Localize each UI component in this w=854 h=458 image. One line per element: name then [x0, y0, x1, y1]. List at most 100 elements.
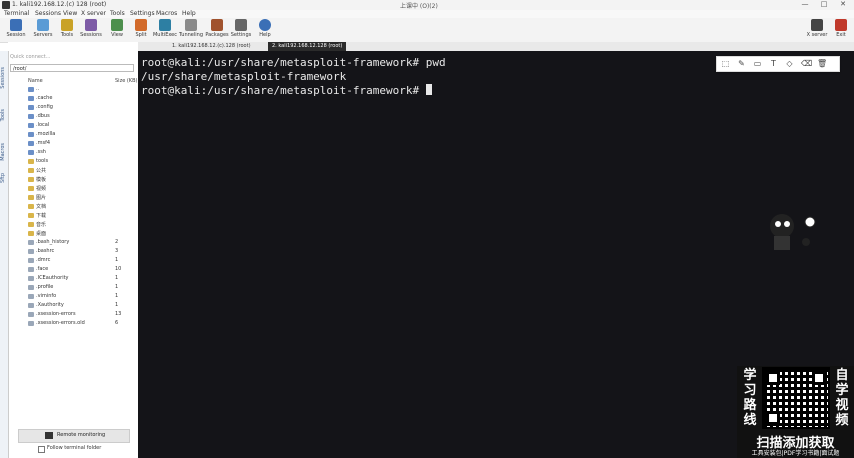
file-row[interactable]: .config [8, 104, 138, 111]
select-icon[interactable]: ⬚ [721, 59, 730, 68]
file-name: tools [36, 158, 49, 164]
file-row[interactable]: .dmrc 1 [8, 257, 138, 264]
header-name[interactable]: Name [28, 78, 43, 84]
file-name: .dbus [36, 113, 50, 119]
xserver-button[interactable]: X server [804, 19, 830, 41]
maximize-button[interactable]: □ [817, 0, 831, 10]
pen-icon[interactable]: ✎ [737, 59, 746, 68]
promo-left-char-4: 线 [743, 413, 757, 428]
folder-icon [28, 195, 34, 200]
folder-icon [28, 204, 34, 209]
menu-view[interactable]: View [63, 10, 77, 17]
exit-button[interactable]: Exit [828, 19, 854, 41]
vtab-macros[interactable]: Macros [0, 143, 8, 161]
packages-button[interactable]: Packages [204, 19, 230, 41]
promo-left-char-1: 学 [743, 368, 757, 383]
file-row[interactable]: .viminfo 1 [8, 293, 138, 300]
file-icon [28, 312, 34, 317]
header-size[interactable]: Size (KB) [115, 78, 137, 84]
menu-xserver[interactable]: X server [81, 10, 106, 17]
file-row[interactable]: 公共 [8, 167, 138, 174]
sessions-button[interactable]: Sessions [78, 19, 104, 41]
file-row[interactable]: .xsession-errors 13 [8, 311, 138, 318]
help-button[interactable]: Help [252, 19, 278, 41]
file-row[interactable]: .face 10 [8, 266, 138, 273]
vtab-sessions[interactable]: Sessions [0, 67, 8, 89]
file-row[interactable]: 视频 [8, 185, 138, 192]
promo-left-char-3: 路 [743, 398, 757, 413]
file-name: .Xauthority [36, 302, 64, 308]
file-row[interactable]: 模板 [8, 176, 138, 183]
vtab-sftp[interactable]: Sftp [0, 173, 8, 183]
promo-box: 学 习 路 线 自 学 视 频 扫描添加获取 工具安装包|PDF学习书籍|面试题 [737, 366, 854, 458]
rectangle-icon[interactable]: ▭ [753, 59, 762, 68]
file-icon [28, 249, 34, 254]
file-row[interactable]: .bash_history 2 [8, 239, 138, 246]
file-row[interactable]: .cache [8, 95, 138, 102]
file-row[interactable]: .local [8, 122, 138, 129]
shape-icon[interactable]: ◇ [785, 59, 794, 68]
file-size: 3 [115, 248, 119, 254]
file-row[interactable]: tools [8, 158, 138, 165]
file-row[interactable]: .bashrc 3 [8, 248, 138, 255]
folder-icon [28, 87, 34, 92]
folder-icon [28, 168, 34, 173]
file-row[interactable]: 文档 [8, 203, 138, 210]
tab-session-2[interactable]: 2. kali192.168.12.128 (root) [268, 42, 347, 51]
quick-connect-input[interactable]: Quick connect... [10, 54, 134, 61]
remote-monitoring-button[interactable]: Remote monitoring [18, 429, 130, 443]
file-icon [28, 321, 34, 326]
folder-icon [28, 141, 34, 146]
session-tabs: 1. kali192.168.12.(c).128 (root) 2. kali… [138, 42, 854, 51]
follow-terminal-checkbox[interactable] [38, 446, 45, 453]
close-button[interactable]: ✕ [836, 0, 850, 10]
file-name: .face [36, 266, 49, 272]
file-row[interactable]: .dbus [8, 113, 138, 120]
file-name: .cache [36, 95, 53, 101]
file-row[interactable]: .ICEauthority 1 [8, 275, 138, 282]
tab-session-1[interactable]: 1. kali192.168.12.(c).128 (root) [168, 42, 255, 51]
file-list: .. .cache .config .dbus .local .mozilla .msf4.… [8, 86, 138, 336]
menu-macros[interactable]: Macros [156, 10, 177, 17]
file-name: .xsession-errors [36, 311, 76, 317]
menu-tools[interactable]: Tools [110, 10, 125, 17]
file-row[interactable]: .Xauthority 1 [8, 302, 138, 309]
file-row[interactable]: .mozilla [8, 131, 138, 138]
file-row[interactable]: 桌面 [8, 230, 138, 237]
file-row[interactable]: 图片 [8, 194, 138, 201]
text-icon[interactable]: T [769, 59, 778, 68]
title-center-text: 上课中 (O)(2) [400, 3, 438, 10]
vtab-tools[interactable]: Tools [0, 109, 8, 121]
file-row[interactable]: .msf4 [8, 140, 138, 147]
menu-terminal[interactable]: Terminal [4, 10, 29, 17]
split-button[interactable]: Split [128, 19, 154, 41]
menu-sessions[interactable]: Sessions [35, 10, 61, 17]
servers-button[interactable]: Servers [30, 19, 56, 41]
file-row[interactable]: .xsession-errors.old 6 [8, 320, 138, 327]
trash-icon[interactable]: 🗑 [817, 59, 827, 68]
file-row[interactable]: .. [8, 86, 138, 93]
file-row[interactable]: 音乐 [8, 221, 138, 228]
file-icon [28, 258, 34, 263]
title-bar: 1. kali192.168.12.(c) 128 (root) 上课中 (O)… [0, 0, 854, 10]
minimize-button[interactable]: — [798, 0, 812, 10]
menu-settings[interactable]: Settings [130, 10, 155, 17]
tools-button[interactable]: Tools [54, 19, 80, 41]
file-row[interactable]: .profile 1 [8, 284, 138, 291]
eraser-icon[interactable]: ⌫ [801, 59, 812, 68]
file-icon [28, 276, 34, 281]
multiexec-button[interactable]: MultiExec [152, 19, 178, 41]
view-button[interactable]: View [104, 19, 130, 41]
menu-help[interactable]: Help [182, 10, 196, 17]
file-size: 1 [115, 257, 119, 263]
tunneling-button[interactable]: Tunneling [178, 19, 204, 41]
vertical-tabs: Sessions Tools Macros Sftp [0, 51, 9, 458]
file-name: .msf4 [36, 140, 51, 146]
path-input[interactable]: /root/ [10, 64, 134, 72]
settings-button[interactable]: Settings [228, 19, 254, 41]
file-name: .ssh [36, 149, 46, 155]
file-row[interactable]: .ssh [8, 149, 138, 156]
file-name: .xsession-errors.old [36, 320, 85, 326]
session-button[interactable]: Session [3, 19, 29, 41]
file-row[interactable]: 下载 [8, 212, 138, 219]
